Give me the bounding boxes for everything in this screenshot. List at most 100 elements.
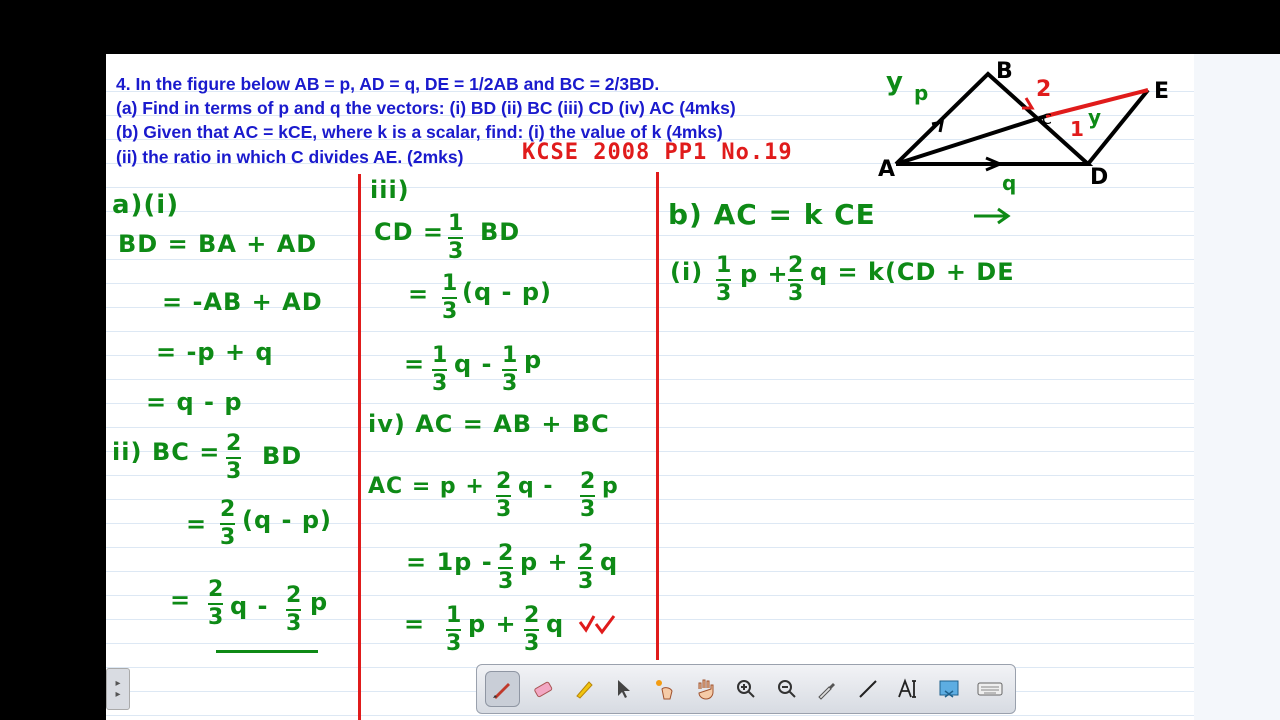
fraction-aiv-2a: 23	[496, 469, 512, 522]
vector-triangle-figure: A B D E C p q 2 y y 1	[878, 59, 1169, 195]
work-ai-line-4: = q - p	[146, 388, 243, 416]
laser-pointer-tool-button[interactable]	[648, 671, 683, 707]
text-icon	[898, 678, 917, 698]
check-mark-icon	[578, 615, 616, 635]
eraser-tool-button[interactable]	[526, 671, 561, 707]
chevron-right-icon-2: ▸	[115, 689, 121, 700]
zoom-in-icon	[737, 680, 755, 698]
work-aii-heading: ii)	[112, 438, 143, 466]
source-annotation: KCSE 2008 PP1 No.19	[522, 140, 793, 165]
label-y-right: y	[1088, 105, 1101, 129]
screen-capture-tool-button[interactable]	[932, 671, 967, 707]
work-aiii-line-1a: CD =	[374, 218, 444, 246]
eyedropper-icon	[818, 683, 836, 700]
column-divider-1	[358, 174, 361, 720]
work-aiii-line-3a: =	[404, 350, 426, 378]
side-panel-toggle[interactable]: ▸ ▸	[106, 668, 130, 710]
right-margin	[1194, 54, 1280, 720]
fraction-aiv-3b: 23	[578, 541, 594, 594]
work-aiv-line-4a: =	[404, 610, 426, 638]
label-a: A	[878, 157, 895, 182]
fraction-b-2: 23	[788, 253, 804, 306]
problem-line-1: 4. In the figure below AB = p, AD = q, D…	[116, 74, 660, 94]
fraction-aiv-3a: 23	[498, 541, 514, 594]
annotation-toolbar	[476, 664, 1016, 714]
arrow-mark-icon	[974, 207, 1011, 225]
fraction-aiii-1: 13	[448, 211, 464, 264]
zoom-out-tool-button[interactable]	[769, 671, 804, 707]
label-ratio-one: 1	[1070, 117, 1084, 141]
pan-tool-button[interactable]	[688, 671, 723, 707]
work-ai-line-1: BD = BA + AD	[118, 230, 318, 258]
fraction-aiv-2b: 23	[580, 469, 596, 522]
work-ai-line-3: = -p + q	[156, 338, 274, 366]
work-b-line-2a: (i)	[670, 258, 704, 286]
work-aiv-line-2c: p	[602, 474, 619, 499]
answer-underline	[216, 650, 318, 653]
problem-line-2: (a) Find in terms of p and q the vectors…	[116, 98, 736, 119]
work-b-line-2b: p +	[740, 260, 789, 288]
work-aiv-line-2b: q -	[518, 474, 554, 499]
fraction-aii-3a: 23	[208, 577, 224, 630]
work-aiv-line-3a: = 1p -	[406, 548, 493, 576]
fraction-aiv-4b: 23	[524, 603, 540, 656]
fraction-aii-3b: 23	[286, 583, 302, 636]
line-tool-button[interactable]	[851, 671, 886, 707]
fraction-aiv-4a: 13	[446, 603, 462, 656]
label-y-left: y	[886, 67, 903, 97]
label-p: p	[914, 81, 928, 105]
work-aiv-line-3c: q	[600, 548, 619, 576]
work-aiv-line-4b: p +	[468, 610, 517, 638]
pen-icon	[493, 683, 511, 699]
work-b-line-2c: q = k(CD + DE	[810, 258, 1015, 286]
hand-icon	[698, 679, 714, 700]
work-ai-heading: a)(i)	[112, 190, 180, 220]
label-e: E	[1154, 79, 1169, 104]
fraction-aiii-3a: 13	[432, 343, 448, 396]
fraction-aiii-3b: 13	[502, 343, 518, 396]
work-aii-line-3a: =	[170, 586, 192, 614]
text-tool-button[interactable]	[891, 671, 926, 707]
work-aii-line-3c: p	[310, 588, 329, 616]
work-b-line-1: b) AC = k CE	[668, 198, 876, 231]
laser-hand-icon	[655, 680, 673, 700]
fraction-aii-1: 23	[226, 431, 242, 484]
eraser-icon	[534, 681, 553, 698]
select-tool-button[interactable]	[607, 671, 642, 707]
work-aiv-line-4c: q	[546, 610, 565, 638]
work-aiv-line-2a: AC = p +	[368, 474, 485, 499]
work-aii-line-1a: BC =	[152, 438, 221, 466]
work-aiii-line-3c: p	[524, 346, 543, 374]
column-divider-2	[656, 172, 659, 660]
label-d: D	[1090, 165, 1108, 190]
work-ai-line-2: = -AB + AD	[162, 288, 323, 316]
line-icon	[859, 680, 877, 698]
cursor-arrow-icon	[618, 680, 631, 698]
work-aiii-heading: iii)	[370, 176, 410, 204]
highlighter-icon	[575, 681, 593, 699]
color-picker-tool-button[interactable]	[810, 671, 845, 707]
zoom-out-icon	[777, 680, 796, 698]
work-aii-line-2b: (q - p)	[242, 506, 332, 534]
work-aiv-line-1: iv) AC = AB + BC	[368, 410, 610, 438]
fraction-b-1: 13	[716, 253, 732, 306]
screen-capture-icon	[939, 680, 959, 698]
fraction-aii-2: 23	[220, 497, 236, 550]
arrow-bc	[1022, 97, 1035, 110]
work-aiii-line-2b: (q - p)	[462, 278, 552, 306]
label-b: B	[996, 59, 1013, 84]
work-aiii-line-3b: q -	[454, 350, 493, 378]
fraction-aiii-2: 13	[442, 271, 458, 324]
pen-tool-button[interactable]	[485, 671, 520, 707]
chevron-right-icon: ▸	[115, 678, 121, 689]
work-aii-line-2a: =	[186, 510, 208, 538]
work-aiii-line-2a: =	[408, 280, 430, 308]
label-c: C	[1042, 112, 1052, 128]
zoom-in-tool-button[interactable]	[729, 671, 764, 707]
highlighter-tool-button[interactable]	[566, 671, 601, 707]
label-q: q	[1002, 171, 1016, 195]
keyboard-tool-button[interactable]	[972, 671, 1007, 707]
label-ratio-two: 2	[1036, 77, 1051, 102]
whiteboard-page[interactable]: 4. In the figure below AB = p, AD = q, D…	[106, 54, 1194, 720]
work-aii-line-3b: q -	[230, 592, 269, 620]
